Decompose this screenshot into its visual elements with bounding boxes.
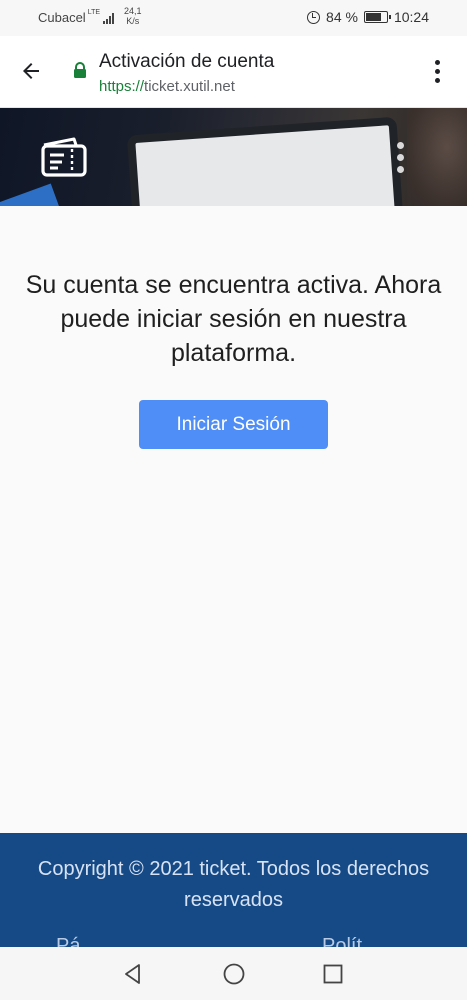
- speed-unit: K/s: [126, 16, 140, 26]
- lock-icon: [74, 62, 86, 78]
- status-left: Cubacel LTE 24,1 K/s: [38, 6, 142, 26]
- clock: 10:24: [393, 9, 429, 25]
- ticket-logo-icon[interactable]: [40, 135, 88, 179]
- copyright-text: Copyright © 2021 ticket. Todos los derec…: [37, 858, 430, 911]
- status-right: 84 % 10:24: [307, 9, 429, 25]
- nav-recents-icon[interactable]: [321, 962, 345, 986]
- alarm-icon: [307, 10, 321, 24]
- banner-accent: [0, 183, 65, 206]
- carrier-name: Cubacel: [38, 10, 86, 25]
- network-speed: 24,1 K/s: [124, 6, 142, 26]
- network-type: LTE: [87, 9, 101, 16]
- more-vert-icon: [434, 59, 440, 65]
- url-bar[interactable]: https://ticket.xutil.net: [99, 78, 235, 95]
- signal-icon: [103, 12, 115, 24]
- banner-laptop-image: [126, 116, 404, 206]
- browser-toolbar: Activación de cuenta https://ticket.xuti…: [0, 36, 467, 108]
- banner-dots: [397, 142, 404, 173]
- battery-icon: [363, 11, 391, 23]
- battery-percent: 84 %: [326, 9, 358, 25]
- activation-message: Su cuenta se encuentra activa. Ahora pue…: [25, 271, 442, 367]
- url-scheme: https://: [99, 78, 145, 95]
- footer-link-right[interactable]: Polít...: [322, 935, 379, 947]
- nav-back-icon[interactable]: [121, 962, 145, 986]
- url-host: ticket.xutil.net: [144, 78, 235, 95]
- page-title: Activación de cuenta: [99, 51, 275, 72]
- back-button[interactable]: [16, 56, 46, 86]
- footer-links: Pá... Polít...: [0, 935, 467, 947]
- speed-value: 24,1: [124, 6, 142, 16]
- back-arrow-icon: [23, 63, 39, 79]
- status-bar: Cubacel LTE 24,1 K/s 84 % 10:24: [0, 0, 467, 36]
- more-menu-button[interactable]: [425, 56, 449, 86]
- banner-person-image: [407, 108, 467, 206]
- login-button[interactable]: Iniciar Sesión: [139, 400, 328, 449]
- system-nav-bar: [0, 947, 467, 1000]
- footer: Copyright © 2021 ticket. Todos los derec…: [0, 833, 467, 947]
- nav-home-icon[interactable]: [222, 962, 246, 986]
- footer-link-left[interactable]: Pá...: [56, 935, 97, 947]
